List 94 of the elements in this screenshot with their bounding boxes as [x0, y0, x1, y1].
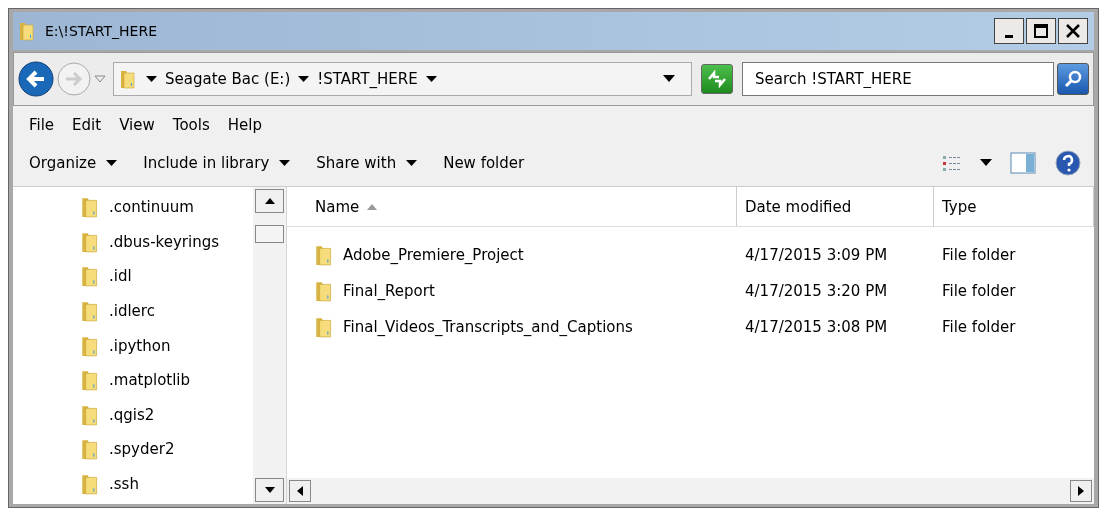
scroll-down-button[interactable]: [255, 478, 284, 502]
minimize-icon: [1005, 34, 1013, 38]
item-label: .continuum: [109, 198, 194, 217]
folder-icon: [81, 230, 99, 253]
table-cell-text: File folder: [941, 282, 1017, 300]
down-arrow-icon: [264, 487, 275, 493]
caret-icon: [146, 75, 157, 83]
file-name[interactable]: Adobe_Premiere_Project: [343, 246, 524, 264]
menu-item[interactable]: Tools: [166, 114, 216, 136]
minimize-button[interactable]: [994, 18, 1024, 44]
breadcrumb[interactable]: Seagate Bac (E:): [165, 70, 291, 88]
refresh-button[interactable]: [701, 64, 733, 94]
address-bar[interactable]: Seagate Bac (E:) !START_HERE: [113, 62, 692, 96]
table-cell-text: 4/17/2015 3:20 PM: [744, 282, 889, 300]
item-label: .ipython: [109, 336, 171, 355]
caret-icon: [980, 159, 992, 167]
caret-icon: [663, 75, 675, 83]
toolbar-button[interactable]: New folder: [441, 150, 527, 176]
folder-icon: [81, 438, 99, 461]
menu-item[interactable]: View: [113, 114, 161, 136]
tree-item[interactable]: .idlerc: [81, 293, 253, 329]
item-label: .dbus-keyrings: [109, 232, 219, 251]
folder-icon: [315, 280, 333, 302]
folder-icon: [81, 300, 99, 323]
back-button[interactable]: [18, 61, 54, 97]
tree-item[interactable]: .spyder2: [81, 432, 253, 467]
folder-icon: [19, 21, 35, 41]
view-menu-button[interactable]: [980, 159, 992, 167]
folder-icon: [81, 403, 99, 426]
toolbar-button[interactable]: Include in library: [141, 150, 293, 176]
scroll-left-button[interactable]: [289, 480, 311, 502]
header-label: Date modified: [745, 197, 852, 216]
file-name[interactable]: Final_Videos_Transcripts_and_Captions: [343, 318, 633, 336]
tree-item[interactable]: .matplotlib: [81, 362, 253, 398]
search-icon: [1063, 69, 1083, 89]
toolbar-button[interactable]: Share with: [314, 150, 420, 176]
folder-icon: [315, 316, 333, 338]
item-label: .idl: [109, 267, 132, 286]
breadcrumb[interactable]: !START_HERE: [317, 70, 418, 88]
horizontal-scrollbar[interactable]: [287, 478, 1094, 504]
close-icon: [1065, 23, 1081, 39]
preview-pane-icon: [1010, 152, 1036, 174]
vertical-scrollbar[interactable]: [253, 187, 286, 504]
scroll-right-button[interactable]: [1070, 480, 1092, 502]
menu-item[interactable]: Edit: [66, 114, 108, 136]
menu-item[interactable]: File: [23, 114, 61, 136]
table-cell-text: 4/17/2015 3:08 PM: [744, 318, 889, 336]
folder-icon: [81, 265, 99, 288]
search-field[interactable]: Search !START_HERE: [742, 62, 1054, 96]
header-label: Name: [315, 197, 360, 216]
folder-icon: [120, 69, 136, 89]
tree-item[interactable]: .ipython: [81, 328, 253, 363]
item-label: .qgis2: [109, 405, 155, 424]
menu-item[interactable]: Help: [221, 114, 268, 136]
scroll-thumb[interactable]: [255, 225, 284, 243]
caret-icon: [298, 75, 310, 83]
tree-item[interactable]: .ssh: [81, 466, 253, 502]
item-label: .ssh: [109, 475, 139, 494]
item-label: .matplotlib: [109, 371, 191, 390]
folder-icon: [81, 196, 99, 219]
item-label: .spyder2: [109, 440, 175, 459]
folder-icon: [315, 244, 333, 266]
help-button[interactable]: [1054, 149, 1082, 177]
tree-item[interactable]: .idl: [81, 259, 253, 294]
up-arrow-icon: [264, 198, 275, 204]
table-cell-text: File folder: [941, 318, 1017, 336]
recent-pages-button[interactable]: [94, 74, 106, 84]
toolbar-button[interactable]: Organize: [27, 150, 120, 176]
view-options-button[interactable]: [942, 154, 962, 172]
address-history-button[interactable]: [663, 75, 675, 83]
folder-icon: [81, 369, 99, 392]
left-arrow-icon: [297, 486, 303, 496]
right-arrow-icon: [1078, 486, 1084, 496]
header-label: Type: [942, 197, 977, 216]
maximize-icon: [1033, 23, 1049, 39]
window-title: E:\!START_HERE: [45, 23, 159, 39]
maximize-button[interactable]: [1026, 18, 1056, 44]
refresh-arrows-icon: [706, 68, 728, 90]
scroll-up-button[interactable]: [255, 189, 284, 213]
caret-icon: [425, 75, 437, 83]
search-button[interactable]: [1057, 63, 1089, 95]
help-icon: [1054, 149, 1082, 177]
caret-icon: [94, 74, 106, 84]
tree-item[interactable]: .dbus-keyrings: [81, 224, 253, 260]
table-cell-text: 4/17/2015 3:09 PM: [744, 246, 889, 264]
item-label: .idlerc: [109, 302, 155, 321]
table-cell-text: File folder: [941, 246, 1017, 264]
tree-item[interactable]: .continuum: [81, 190, 253, 225]
tree-item[interactable]: .qgis2: [81, 397, 253, 433]
folder-icon: [81, 473, 99, 496]
close-button[interactable]: [1058, 18, 1088, 44]
details-view-icon: [942, 154, 962, 172]
file-name[interactable]: Final_Report: [343, 282, 435, 300]
folder-icon: [81, 334, 99, 357]
